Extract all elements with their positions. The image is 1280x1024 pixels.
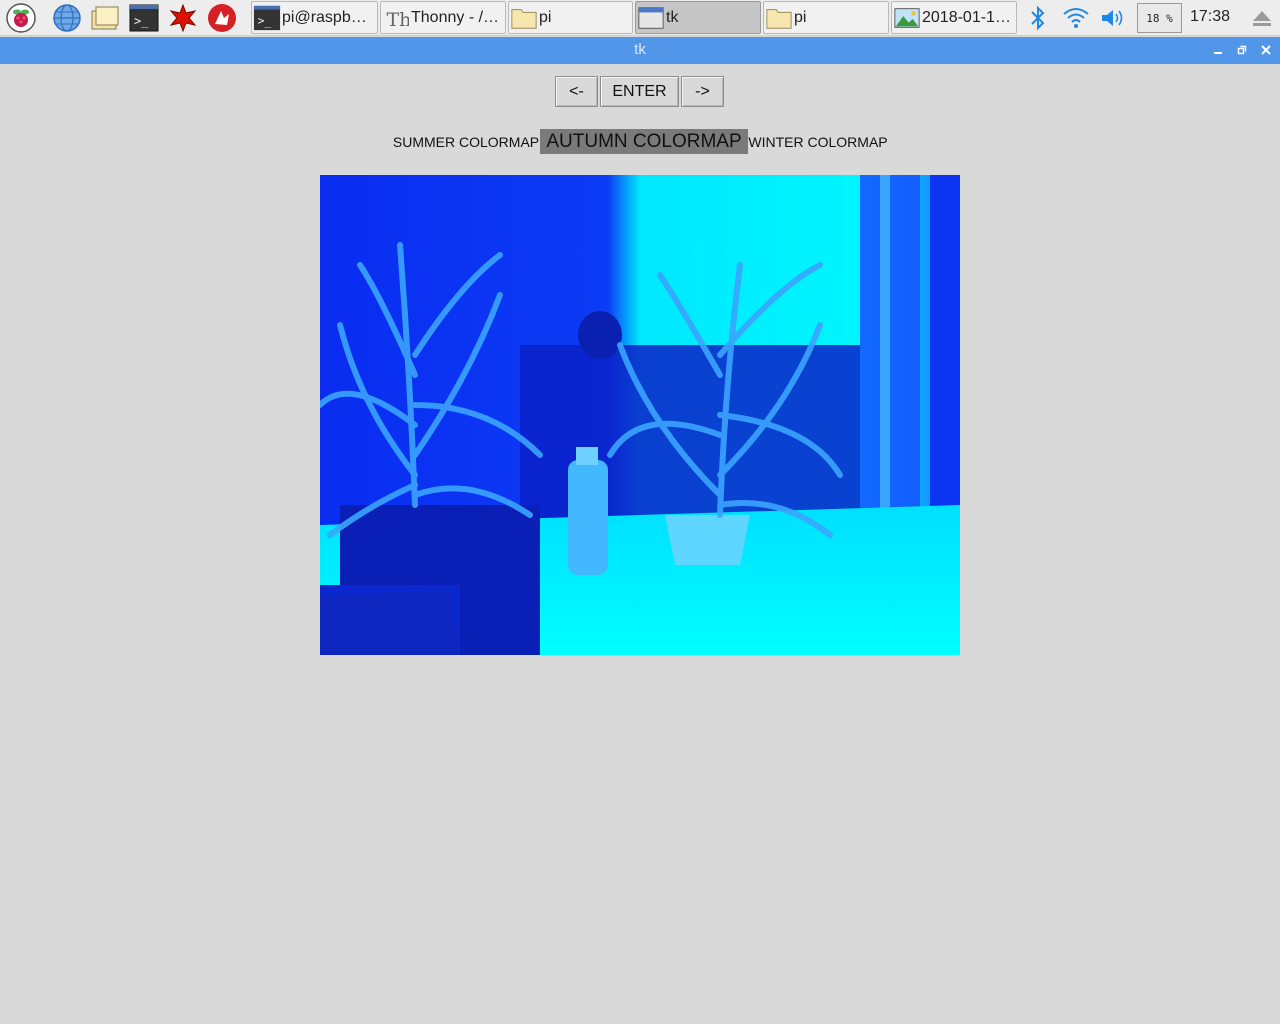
next-button[interactable]: ->: [681, 76, 724, 107]
window-titlebar[interactable]: tk: [0, 37, 1280, 64]
wolfram-icon[interactable]: [207, 3, 237, 33]
bluetooth-icon[interactable]: [1024, 4, 1052, 32]
colormap-option-autumn[interactable]: AUTUMN COLORMAP: [540, 129, 748, 154]
cpu-monitor[interactable]: 18 %: [1137, 3, 1182, 33]
folder-icon: [764, 3, 794, 33]
taskbar: >_ >_ pi@raspbe… Th Thonny - /… pi tk pi…: [0, 0, 1280, 36]
task-label: pi@raspbe…: [282, 8, 376, 26]
task-label: pi: [794, 8, 807, 26]
terminal-icon[interactable]: >_: [129, 3, 159, 33]
prev-button[interactable]: <-: [555, 76, 598, 107]
cpu-usage-text: 18 %: [1146, 11, 1173, 25]
camera-preview-image: [320, 175, 960, 655]
svg-text:>_: >_: [258, 14, 272, 27]
folder-icon: [509, 3, 539, 33]
thonny-icon: Th: [381, 3, 411, 33]
volume-icon[interactable]: [1099, 4, 1127, 32]
maximize-icon[interactable]: [1232, 40, 1252, 60]
clock[interactable]: 17:38: [1190, 8, 1230, 26]
enter-button[interactable]: ENTER: [600, 76, 679, 107]
svg-text:Th: Th: [386, 8, 409, 30]
colormap-option-winter[interactable]: WINTER COLORMAP: [748, 129, 887, 154]
window-title: tk: [634, 41, 646, 58]
image-viewer-icon: [892, 3, 922, 33]
task-label: tk: [666, 8, 679, 26]
svg-text:>_: >_: [134, 14, 149, 28]
minimize-icon[interactable]: [1208, 40, 1228, 60]
window-icon: [636, 3, 666, 33]
task-tk[interactable]: tk: [635, 1, 761, 34]
wifi-icon[interactable]: [1062, 4, 1090, 32]
web-browser-icon[interactable]: [52, 3, 82, 33]
task-label: pi: [539, 8, 552, 26]
colormapped-photo: [320, 175, 960, 655]
task-label: Thonny - /…: [411, 8, 500, 26]
task-folder-pi[interactable]: pi: [508, 1, 633, 34]
task-terminal[interactable]: >_ pi@raspbe…: [251, 1, 378, 34]
terminal-icon: >_: [252, 3, 282, 33]
colormap-option-summer[interactable]: SUMMER COLORMAP: [393, 129, 539, 154]
task-thonny[interactable]: Th Thonny - /…: [380, 1, 506, 34]
eject-icon[interactable]: [1248, 4, 1276, 32]
task-image-viewer[interactable]: 2018-01-1…: [891, 1, 1017, 34]
mathematica-icon[interactable]: [168, 3, 198, 33]
file-manager-icon[interactable]: [90, 3, 120, 33]
raspberry-menu-icon[interactable]: [6, 3, 36, 33]
task-folder-pi-2[interactable]: pi: [763, 1, 889, 34]
task-label: 2018-01-1…: [922, 8, 1011, 26]
close-icon[interactable]: [1256, 40, 1276, 60]
